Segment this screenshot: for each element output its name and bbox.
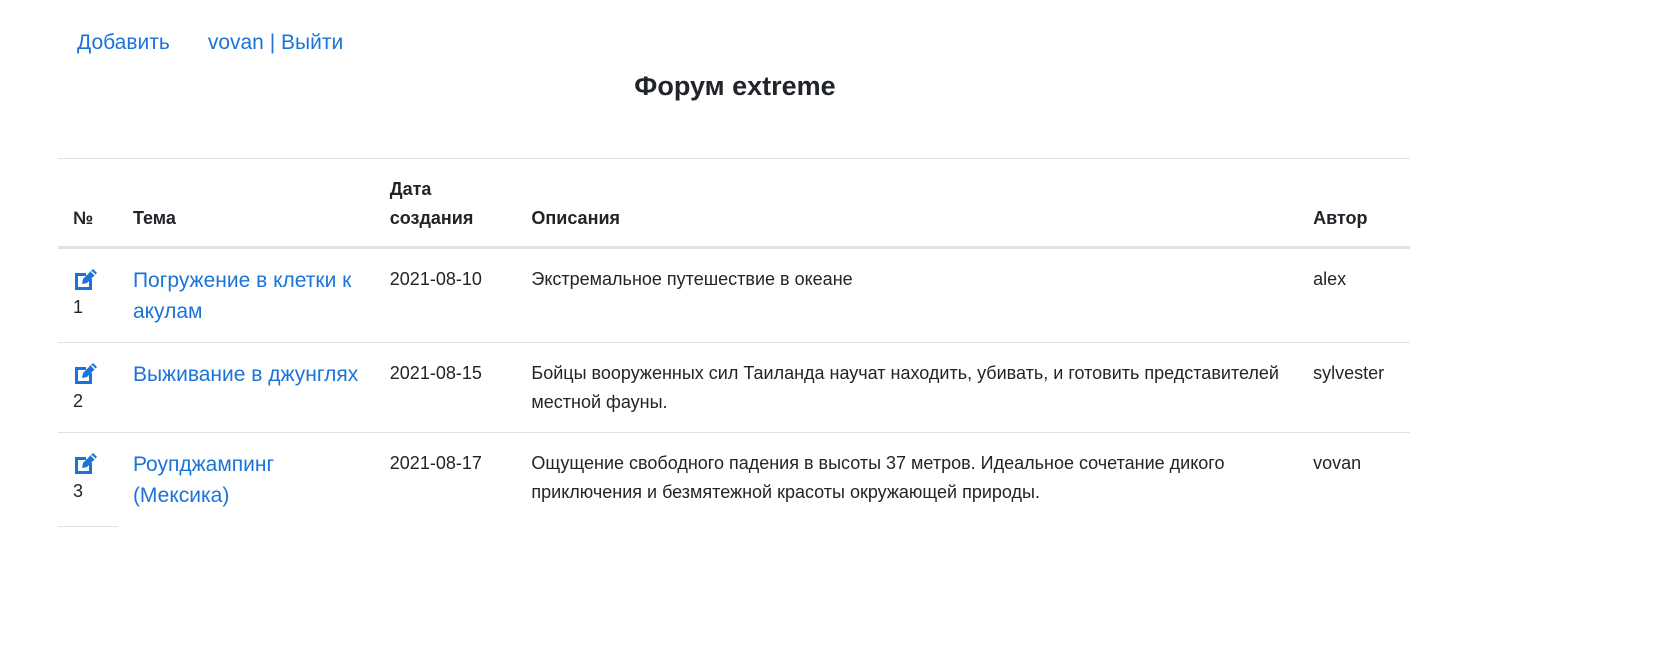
topic-cell: Погружение в клетки к акулам (117, 247, 375, 343)
topic-cell: Выживание в джунглях (117, 342, 375, 433)
add-link[interactable]: Добавить (77, 28, 170, 58)
topic-link[interactable]: Роупджампинг (Мексика) (133, 453, 274, 507)
user-link[interactable]: vovan (208, 31, 264, 54)
topic-cell: Роупджампинг (Мексика) (118, 433, 375, 527)
author-cell: sylvester (1298, 342, 1410, 433)
header-num: № (58, 158, 118, 249)
user-logout-group: vovan | Выйти (208, 28, 343, 58)
row-number: 1 (73, 297, 84, 317)
table-row: 1 Погружение в клетки к акулам 2021-08-1… (58, 247, 1410, 343)
header-description: Описания (516, 158, 1299, 249)
topics-table: № Тема Дата создания Описания Автор 1 По… (58, 158, 1410, 527)
table-row: 3 Роупджампинг (Мексика) 2021-08-17 Ощущ… (58, 432, 1410, 527)
date-cell: 2021-08-17 (389, 453, 482, 473)
description-cell: Ощущение свободного падения в высоты 37 … (531, 453, 1225, 502)
header-topic: Тема (117, 158, 375, 249)
edit-icon[interactable] (73, 362, 99, 386)
num-cell: 1 (58, 247, 118, 343)
topic-link[interactable]: Погружение в клетки к акулам (133, 269, 351, 323)
table-row: 2 Выживание в джунглях 2021-08-15 Бойцы … (58, 342, 1410, 433)
table-body: 1 Погружение в клетки к акулам 2021-08-1… (58, 247, 1410, 527)
num-cell: 2 (58, 342, 118, 433)
header-date: Дата создания (374, 158, 517, 249)
topic-link[interactable]: Выживание в джунглях (133, 363, 358, 386)
description-cell: Бойцы вооруженных сил Таиланда научат на… (516, 342, 1299, 433)
row-number: 3 (73, 481, 84, 501)
header-author: Автор (1298, 158, 1410, 249)
edit-icon[interactable] (73, 452, 99, 476)
page-title: Форум extreme (634, 71, 836, 101)
nav-separator: | (269, 31, 276, 54)
author-cell: vovan (1313, 453, 1362, 473)
header-row: № Тема Дата создания Описания Автор (58, 158, 1410, 249)
author-cell: alex (1298, 247, 1410, 343)
description-cell: Экстремальное путешествие в океане (516, 247, 1299, 343)
table-header: № Тема Дата создания Описания Автор (58, 158, 1410, 249)
date-cell: 2021-08-15 (374, 342, 517, 433)
row-number: 2 (73, 391, 84, 411)
logout-link[interactable]: Выйти (281, 31, 343, 54)
num-cell: 3 (58, 432, 118, 527)
date-cell: 2021-08-10 (374, 247, 517, 343)
edit-icon[interactable] (73, 268, 99, 292)
top-nav: Добавить vovan | Выйти (77, 28, 343, 58)
